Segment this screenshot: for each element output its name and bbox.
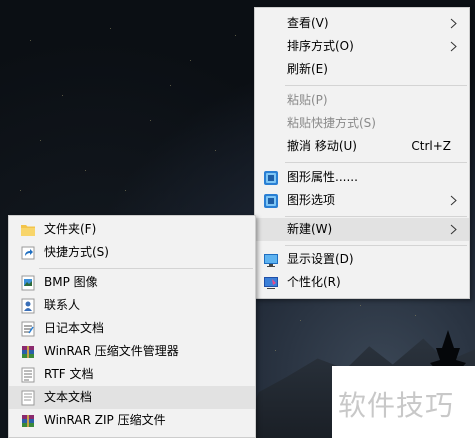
menu-item-sort-by[interactable]: 排序方式(O) [255,35,469,58]
new-item-shortcut[interactable]: 快捷方式(S) [9,241,255,264]
menu-separator [285,216,467,217]
intel-graphics-icon [264,194,278,208]
menu-item-graphics-options[interactable]: 图形选项 [255,189,469,212]
folder-icon [21,225,35,236]
menu-separator [285,162,467,163]
new-item-text-document[interactable]: 文本文档 [9,386,255,409]
menu-item-paste[interactable]: 粘贴(P) [255,89,469,112]
personalize-icon [264,277,278,289]
new-item-bmp[interactable]: BMP 图像 [9,271,255,294]
menu-item-graphics-properties[interactable]: 图形属性...... [255,166,469,189]
menu-item-display-settings[interactable]: 显示设置(D) [255,248,469,271]
new-item-folder[interactable]: 文件夹(F) [9,218,255,241]
new-submenu: 文件夹(F) 快捷方式(S) BMP 图像 联系人 日记本文档 WinRAR 压… [8,215,256,438]
menu-separator [39,268,253,269]
menu-item-paste-shortcut[interactable]: 粘贴快捷方式(S) [255,112,469,135]
menu-separator [285,245,467,246]
menu-item-new[interactable]: 新建(W) [255,218,469,241]
text-document-icon [21,390,35,406]
new-item-winrar[interactable]: WinRAR 压缩文件管理器 [9,340,255,363]
journal-icon [21,321,35,337]
display-icon [264,254,278,267]
menu-item-undo-move[interactable]: 撤消 移动(U) Ctrl+Z [255,135,469,158]
rtf-icon [21,367,35,383]
undo-shortcut: Ctrl+Z [411,139,451,153]
intel-graphics-icon [264,171,278,185]
watermark-text: 软件技巧 [338,389,455,422]
chevron-right-icon [450,224,457,235]
desktop-context-menu: 查看(V) 排序方式(O) 刷新(E) 粘贴(P) 粘贴快捷方式(S) 撤消 移… [254,7,470,299]
new-item-journal[interactable]: 日记本文档 [9,317,255,340]
new-item-winrar-zip[interactable]: WinRAR ZIP 压缩文件 [9,409,255,432]
menu-item-view[interactable]: 查看(V) [255,12,469,35]
new-item-rtf[interactable]: RTF 文档 [9,363,255,386]
contact-icon [21,298,35,314]
menu-item-refresh[interactable]: 刷新(E) [255,58,469,81]
chevron-right-icon [450,18,457,29]
shortcut-icon [21,246,35,260]
menu-item-personalize[interactable]: 个性化(R) [255,271,469,294]
menu-separator [285,85,467,86]
winrar-zip-icon [22,415,34,427]
chevron-right-icon [450,195,457,206]
chevron-right-icon [450,41,457,52]
winrar-icon [22,346,34,358]
new-item-contact[interactable]: 联系人 [9,294,255,317]
bmp-icon [21,275,35,291]
